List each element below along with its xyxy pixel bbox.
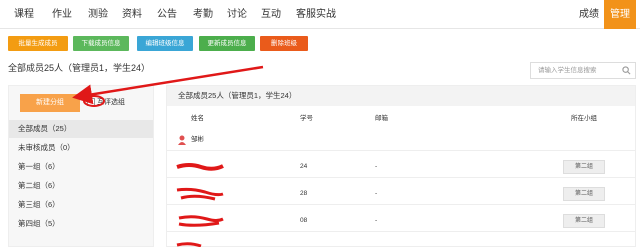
cell-student-id: 28 [300,190,308,197]
nav-item-manage[interactable]: 管理 [604,0,636,29]
nav-item-materials[interactable]: 资料 [122,0,142,29]
group-sidebar: 新建分组 互评选组 全部成员（25） 未审核成员（0） 第一组（6） 第二组（6… [8,85,154,247]
mutual-review-label: 互评选组 [97,99,125,106]
col-group: 所在小组 [571,115,597,122]
user-icon [178,135,186,145]
mutual-review-checkbox[interactable] [87,98,95,106]
cell-email: - [375,163,378,170]
group-item-3[interactable]: 第三组（6） [9,196,153,214]
nav-item-discussion[interactable]: 讨论 [227,0,247,29]
col-name: 姓名 [191,115,204,122]
redaction-mark [176,163,224,171]
new-group-button[interactable]: 新建分组 [20,94,80,112]
nav-item-grades[interactable]: 成绩 [574,0,604,29]
group-item-1[interactable]: 第一组（6） [9,158,153,176]
nav-item-announcements[interactable]: 公告 [157,0,177,29]
search-placeholder: 请输入学生信息搜索 [538,67,597,74]
member-table: 全部成员25人（管理员1，学生24） 姓名 学号 邮箱 所在小组 邹彬 24 -… [166,85,636,247]
cell-name: 邹彬 [191,136,204,143]
cell-email: - [375,217,378,224]
table-row[interactable]: 24 - 第二组 [167,156,635,178]
nav-item-customer-service[interactable]: 客服实战 [296,0,336,29]
search-icon[interactable] [622,66,631,75]
search-input[interactable]: 请输入学生信息搜索 [530,62,636,79]
edit-class-button[interactable]: 编辑班级信息 [137,36,193,51]
top-nav: 课程 作业 测验 资料 公告 考勤 讨论 互动 客服实战 成绩 管理 [0,0,640,29]
group-item-unreviewed[interactable]: 未审核成员（0） [9,139,153,157]
redaction-mark [176,187,224,201]
table-row[interactable]: 28 - 第二组 [167,183,635,205]
group-item-2[interactable]: 第二组（6） [9,177,153,195]
table-row[interactable] [167,237,635,247]
group-item-all[interactable]: 全部成员（25） [9,120,153,138]
group-chip[interactable]: 第二组 [563,187,605,201]
nav-item-course[interactable]: 课程 [14,0,34,29]
group-chip[interactable]: 第二组 [563,214,605,228]
table-header: 全部成员25人（管理员1，学生24） [167,86,635,106]
batch-generate-button[interactable]: 批量生成成员 [8,36,68,51]
group-chip[interactable]: 第二组 [563,160,605,174]
cell-student-id: 08 [300,217,308,224]
redaction-mark [176,242,202,247]
download-members-button[interactable]: 下载成员信息 [73,36,129,51]
group-item-4[interactable]: 第四组（5） [9,215,153,233]
member-summary: 全部成员25人（管理员1，学生24） [8,63,151,73]
nav-item-interaction[interactable]: 互动 [261,0,281,29]
table-row[interactable]: 邹彬 [167,129,635,151]
cell-student-id: 24 [300,163,308,170]
update-members-button[interactable]: 更新成员信息 [199,36,255,51]
col-email: 邮箱 [375,115,388,122]
delete-class-button[interactable]: 删除班级 [260,36,308,51]
cell-email: - [375,190,378,197]
nav-item-attendance[interactable]: 考勤 [193,0,213,29]
col-student-id: 学号 [300,115,313,122]
redaction-mark [178,215,224,227]
table-row[interactable]: 08 - 第二组 [167,210,635,232]
nav-item-quiz[interactable]: 测验 [88,0,108,29]
nav-item-homework[interactable]: 作业 [52,0,72,29]
